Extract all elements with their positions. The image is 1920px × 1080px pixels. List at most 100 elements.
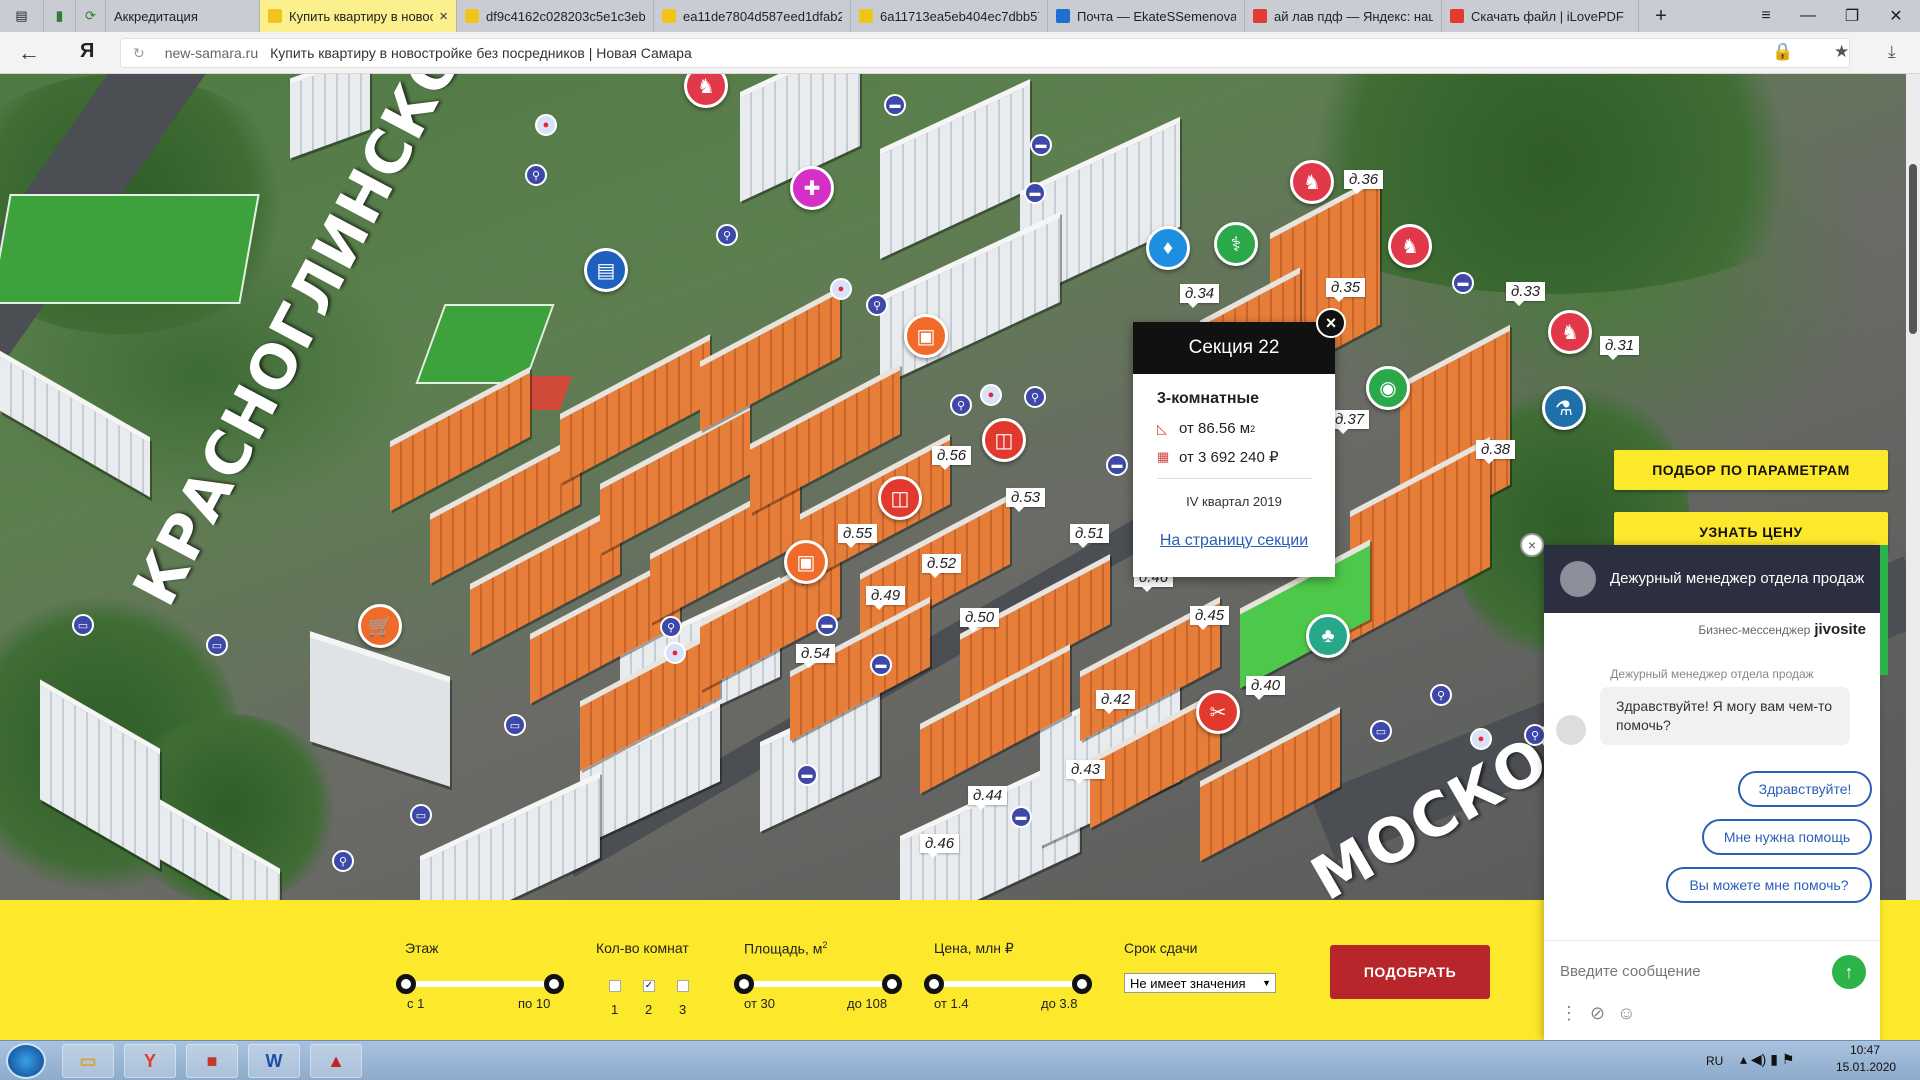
refresh-tab-icon[interactable]: ⟳ bbox=[76, 0, 106, 32]
lab-icon[interactable]: ⚗ bbox=[1542, 386, 1586, 430]
house-label[interactable]: д.54 bbox=[796, 644, 836, 668]
ice-cream-icon[interactable]: ♦ bbox=[1146, 226, 1190, 270]
attach-icon[interactable]: ⊘ bbox=[1590, 1003, 1617, 1023]
deadline-select[interactable]: Не имеет значения ▼ bbox=[1124, 973, 1276, 993]
house-label[interactable]: д.33 bbox=[1506, 282, 1546, 306]
playground-icon[interactable]: ♞ bbox=[684, 74, 728, 108]
house-label[interactable]: д.35 bbox=[1326, 278, 1366, 302]
tray-icons[interactable]: ▴ ◀) ▮ ⚑ bbox=[1740, 1051, 1794, 1068]
car-icon[interactable]: ▬ bbox=[816, 614, 838, 636]
area-min-handle[interactable] bbox=[734, 974, 754, 994]
area-slider-track[interactable] bbox=[744, 981, 892, 987]
app-icon[interactable]: ■ bbox=[186, 1044, 238, 1078]
explorer-icon[interactable]: ▭ bbox=[62, 1044, 114, 1078]
tab-5[interactable]: Почта — EkateSSemenova@ bbox=[1048, 0, 1245, 32]
school-icon[interactable]: ▤ bbox=[584, 248, 628, 292]
scrollbar-thumb[interactable] bbox=[1909, 164, 1917, 334]
house-label[interactable]: д.55 bbox=[838, 524, 878, 548]
pdf-reader-icon[interactable]: ▲ bbox=[310, 1044, 362, 1078]
dentist-icon[interactable]: ◉ bbox=[1366, 366, 1410, 410]
price-max-handle[interactable] bbox=[1072, 974, 1092, 994]
clock-date[interactable]: 15.01.2020 bbox=[1836, 1060, 1896, 1074]
house-label[interactable]: д.44 bbox=[968, 786, 1008, 810]
house-label[interactable]: д.31 bbox=[1600, 336, 1640, 360]
shopping-bag-icon[interactable]: ▣ bbox=[904, 314, 948, 358]
price-min-handle[interactable] bbox=[924, 974, 944, 994]
stats-icon[interactable]: ▮ bbox=[44, 0, 76, 32]
tab-7[interactable]: Скачать файл | iLovePDF bbox=[1442, 0, 1639, 32]
house-label[interactable]: д.42 bbox=[1096, 690, 1136, 714]
car-icon[interactable]: ▬ bbox=[884, 94, 906, 116]
sidebar-toggle-icon[interactable]: ▤ bbox=[0, 0, 44, 32]
language-indicator[interactable]: RU bbox=[1706, 1054, 1723, 1068]
minimize-icon[interactable]: — bbox=[1786, 0, 1830, 32]
shopping-bag-icon[interactable]: ▣ bbox=[784, 540, 828, 584]
house-label[interactable]: д.37 bbox=[1330, 410, 1370, 434]
floor-min-handle[interactable] bbox=[396, 974, 416, 994]
new-tab-button[interactable]: + bbox=[1639, 0, 1683, 32]
house-label[interactable]: д.43 bbox=[1066, 760, 1106, 784]
close-window-icon[interactable]: ✕ bbox=[1874, 0, 1918, 32]
tab-0[interactable]: Аккредитация bbox=[106, 0, 260, 32]
pedestrian-icon[interactable]: ⚲ bbox=[866, 294, 888, 316]
playground-icon[interactable]: ♞ bbox=[1548, 310, 1592, 354]
translate-icon[interactable]: 🔒 bbox=[1772, 42, 1793, 62]
bus-icon[interactable]: ▭ bbox=[206, 634, 228, 656]
pedestrian-icon[interactable]: ⚲ bbox=[716, 224, 738, 246]
area-max-handle[interactable] bbox=[882, 974, 902, 994]
car-icon[interactable]: ▬ bbox=[1010, 806, 1032, 828]
pedestrian-icon[interactable]: ⚲ bbox=[525, 164, 547, 186]
tab-2[interactable]: df9c4162c028203c5e1c3eb2 bbox=[457, 0, 654, 32]
menu-icon[interactable]: ≡ bbox=[1744, 0, 1788, 32]
traffic-light-icon[interactable]: ● bbox=[535, 114, 557, 136]
tab-3[interactable]: ea11de7804d587eed1dfab2 bbox=[654, 0, 851, 32]
house-label[interactable]: д.34 bbox=[1180, 284, 1220, 308]
tab-1[interactable]: Купить квартиру в новос × bbox=[260, 0, 457, 32]
bus-icon[interactable]: ▭ bbox=[410, 804, 432, 826]
url-field[interactable]: ↻ new-samara.ru Купить квартиру в новост… bbox=[120, 38, 1850, 68]
scrollbar-track[interactable] bbox=[1906, 74, 1920, 900]
car-icon[interactable]: ▬ bbox=[796, 764, 818, 786]
quick-reply-hello[interactable]: Здравствуйте! bbox=[1738, 771, 1872, 807]
pedestrian-icon[interactable]: ⚲ bbox=[1024, 386, 1046, 408]
pet-icon[interactable]: ♣ bbox=[1306, 614, 1350, 658]
pedestrian-icon[interactable]: ⚲ bbox=[1430, 684, 1452, 706]
bus-icon[interactable]: ▭ bbox=[72, 614, 94, 636]
traffic-light-icon[interactable]: ● bbox=[1470, 728, 1492, 750]
pedestrian-icon[interactable]: ⚲ bbox=[1524, 724, 1546, 746]
section-page-link[interactable]: На страницу секции bbox=[1133, 532, 1335, 550]
house-label[interactable]: д.49 bbox=[866, 586, 906, 610]
bus-icon[interactable]: ▭ bbox=[1370, 720, 1392, 742]
basket-icon[interactable]: ◫ bbox=[982, 418, 1026, 462]
room-2-checkbox[interactable]: ✓ bbox=[643, 980, 655, 992]
quick-reply-need-help[interactable]: Мне нужна помощь bbox=[1702, 819, 1872, 855]
bus-icon[interactable]: ▭ bbox=[504, 714, 526, 736]
floor-max-handle[interactable] bbox=[544, 974, 564, 994]
start-button[interactable] bbox=[6, 1043, 46, 1079]
car-icon[interactable]: ▬ bbox=[1452, 272, 1474, 294]
bookmark-star-icon[interactable]: ★ bbox=[1834, 42, 1849, 62]
quick-reply-can-help[interactable]: Вы можете мне помочь? bbox=[1666, 867, 1872, 903]
house-label[interactable]: д.36 bbox=[1344, 170, 1384, 194]
floor-slider-track[interactable] bbox=[406, 981, 554, 987]
house-label[interactable]: д.50 bbox=[960, 608, 1000, 632]
tab-4[interactable]: 6a11713ea5eb404ec7dbb57 bbox=[851, 0, 1048, 32]
chat-message-input[interactable]: Введите сообщение bbox=[1560, 963, 1701, 980]
pedestrian-icon[interactable]: ⚲ bbox=[332, 850, 354, 872]
house-label[interactable]: д.51 bbox=[1070, 524, 1110, 548]
playground-icon[interactable]: ♞ bbox=[1388, 224, 1432, 268]
more-icon[interactable]: ⋮ bbox=[1560, 1003, 1590, 1023]
restore-icon[interactable]: ❐ bbox=[1830, 0, 1874, 32]
price-slider-track[interactable] bbox=[934, 981, 1082, 987]
car-icon[interactable]: ▬ bbox=[1030, 134, 1052, 156]
house-label[interactable]: д.52 bbox=[922, 554, 962, 578]
car-icon[interactable]: ▬ bbox=[1106, 454, 1128, 476]
reload-icon[interactable]: ↻ bbox=[133, 45, 145, 62]
traffic-light-icon[interactable]: ● bbox=[664, 642, 686, 664]
house-label[interactable]: д.56 bbox=[932, 446, 972, 470]
clock-time[interactable]: 10:47 bbox=[1850, 1043, 1880, 1057]
params-button[interactable]: ПОДБОР ПО ПАРАМЕТРАМ bbox=[1614, 450, 1888, 490]
pedestrian-icon[interactable]: ⚲ bbox=[950, 394, 972, 416]
traffic-light-icon[interactable]: ● bbox=[980, 384, 1002, 406]
tab-6[interactable]: ай лав пдф — Яндекс: наш bbox=[1245, 0, 1442, 32]
